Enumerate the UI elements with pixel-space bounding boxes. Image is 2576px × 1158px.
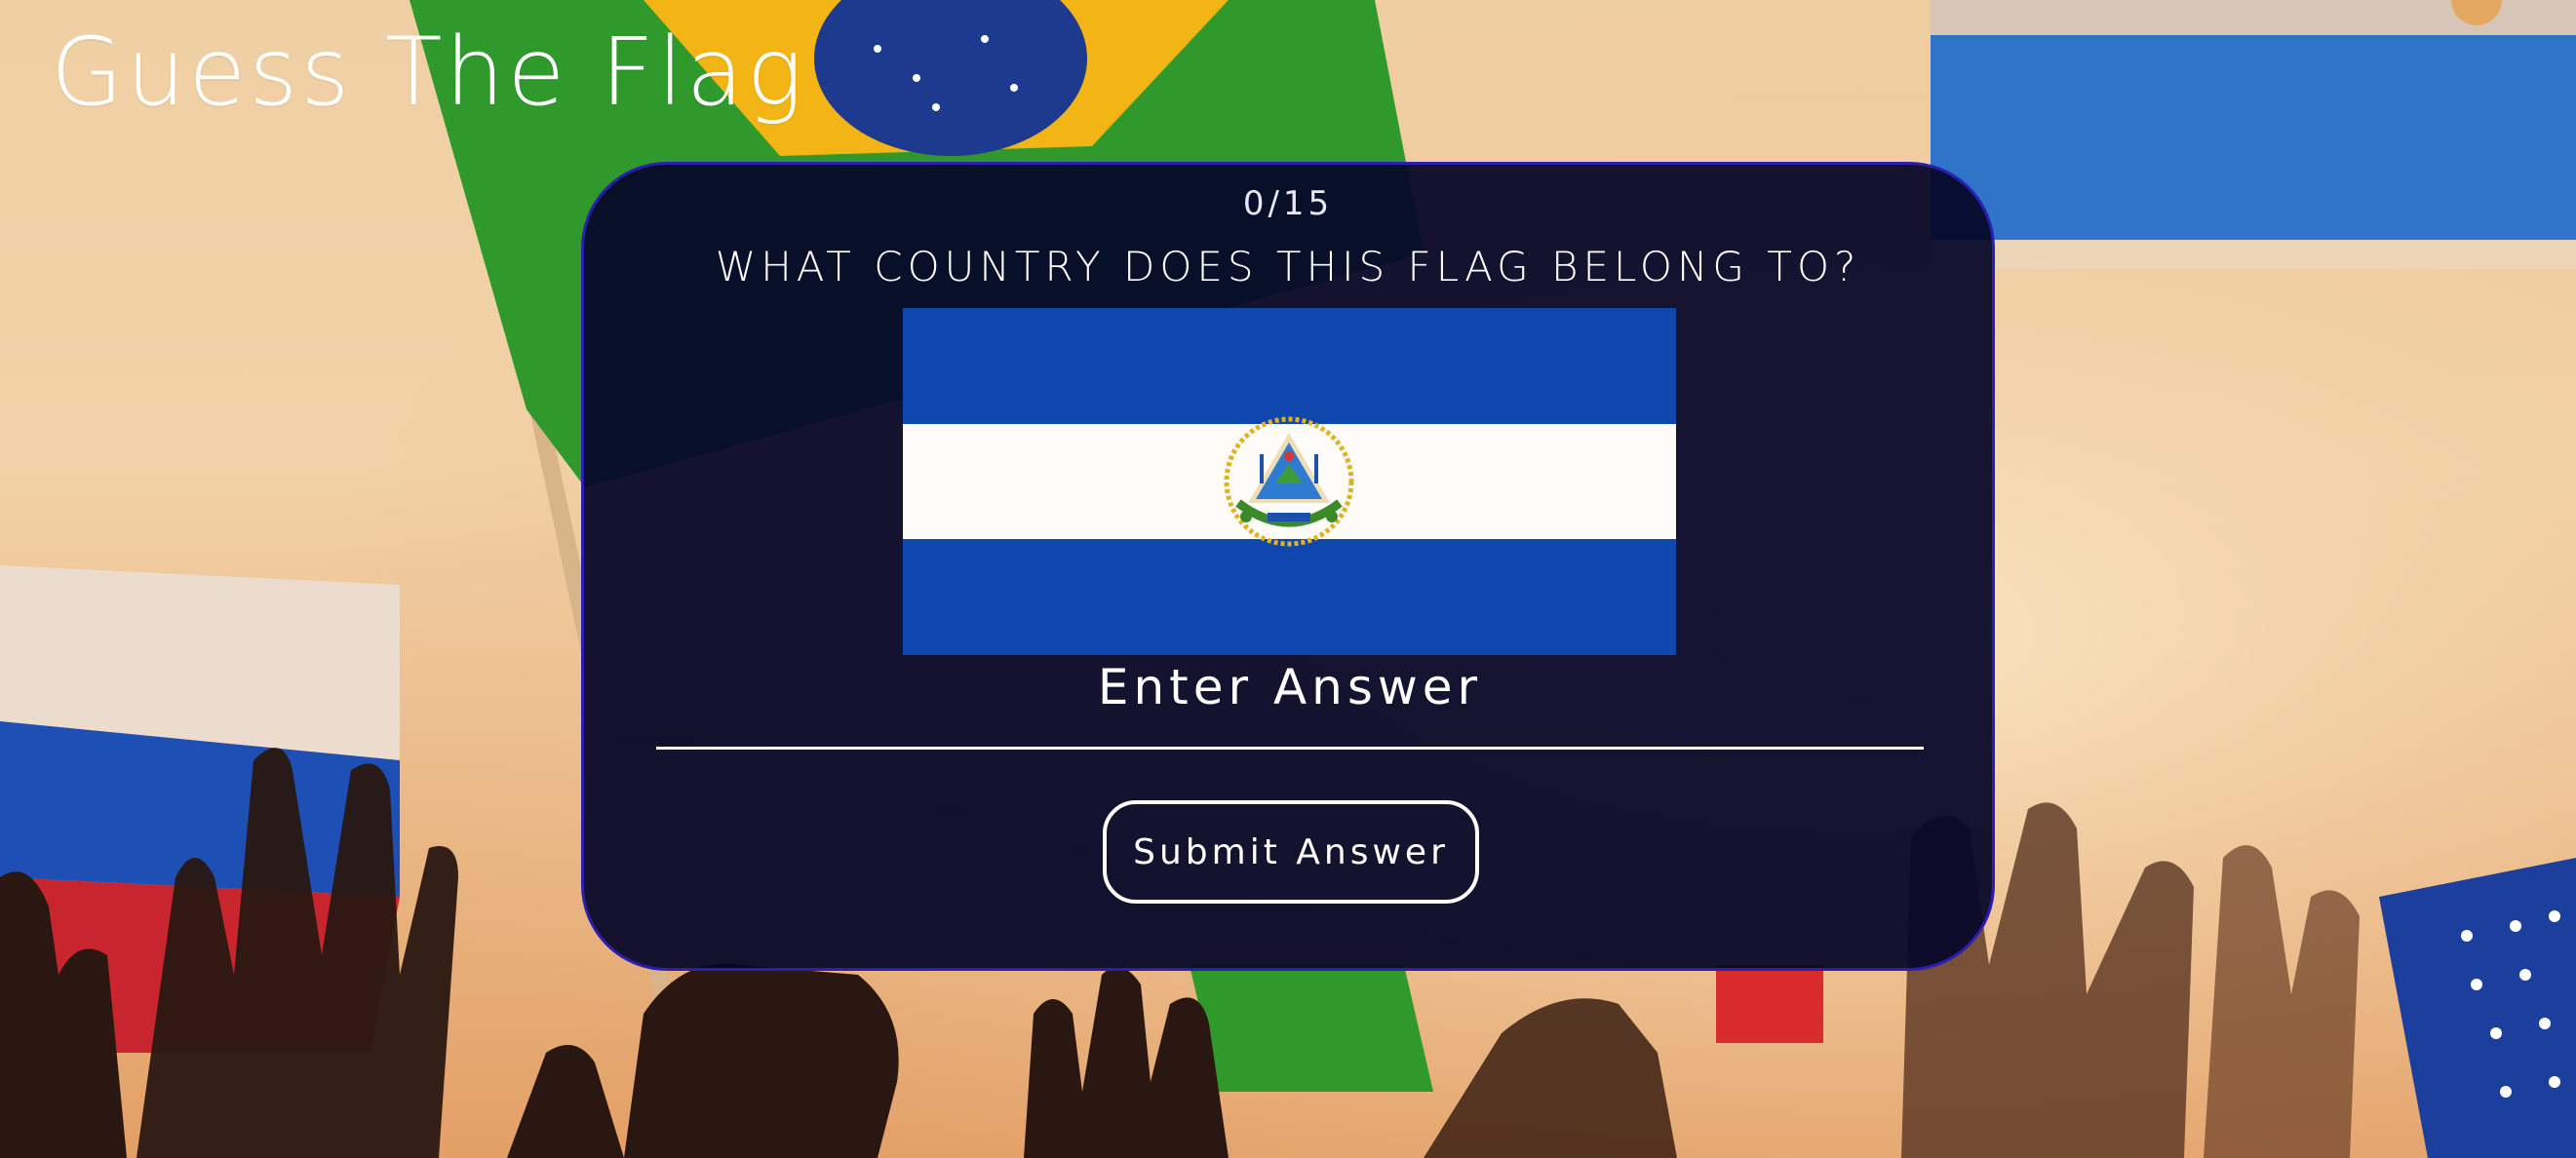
flag-stripe-top xyxy=(903,308,1676,424)
green-flag-icon xyxy=(1190,965,1433,1092)
flag-stripe-bottom xyxy=(903,539,1676,655)
question-text: WHAT COUNTRY DOES THIS FLAG BELONG TO? xyxy=(715,243,1861,290)
red-flag-icon xyxy=(1716,965,1823,1043)
page: Guess The Flag 0/15 WHAT COUNTRY DOES TH… xyxy=(0,0,2576,1158)
quiz-card: 0/15 WHAT COUNTRY DOES THIS FLAG BELONG … xyxy=(581,162,1995,971)
app-title: Guess The Flag xyxy=(51,18,806,127)
el-salvador-flag-icon xyxy=(903,308,1676,655)
progress-counter: 0/15 xyxy=(1242,184,1334,223)
answer-input[interactable] xyxy=(656,656,1924,750)
submit-answer-button[interactable]: Submit Answer xyxy=(1103,800,1479,904)
argentina-flag-icon xyxy=(1931,0,2576,269)
